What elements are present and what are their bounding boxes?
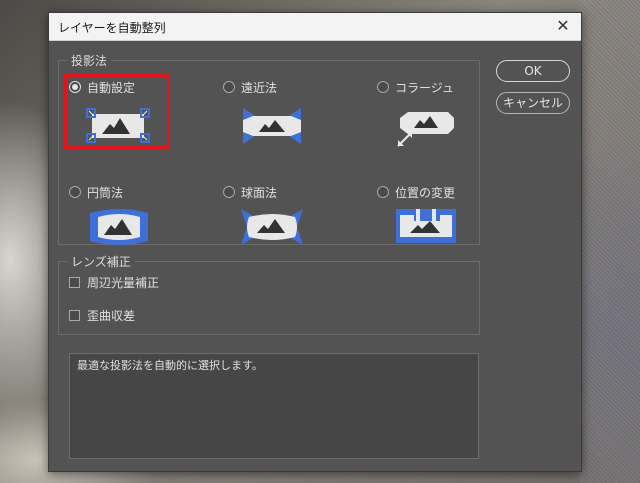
projection-legend: 投影法	[67, 52, 112, 69]
title-bar: レイヤーを自動整列 ✕	[49, 13, 581, 41]
background-noise	[580, 0, 640, 483]
checkbox-vignette[interactable]: 周辺光量補正	[69, 274, 159, 290]
lens-correction-group: レンズ補正 周辺光量補正 歪曲収差	[58, 253, 480, 335]
radio-collage[interactable]: コラージュ	[377, 78, 454, 96]
spherical-thumbnail-icon[interactable]	[237, 207, 307, 255]
radio-cylindrical-label: 円筒法	[87, 185, 124, 200]
checkbox-distortion[interactable]: 歪曲収差	[69, 307, 135, 323]
checkbox-vignette-label: 周辺光量補正	[87, 275, 160, 290]
description-panel: 最適な投影法を自動的に選択します。	[69, 353, 479, 459]
checkbox-vignette-box[interactable]	[69, 276, 80, 288]
radio-cylindrical[interactable]: 円筒法	[69, 183, 123, 201]
auto-align-dialog: レイヤーを自動整列 ✕ 投影法 自動設定 遠近法 コラージュ 円筒法 球面法 位…	[48, 12, 582, 472]
radio-perspective-label: 遠近法	[241, 80, 278, 95]
projection-group: 投影法 自動設定 遠近法 コラージュ 円筒法 球面法 位置の変更	[58, 52, 480, 245]
radio-button-reposition[interactable]	[377, 186, 389, 198]
close-icon[interactable]: ✕	[553, 16, 573, 36]
cylindrical-thumbnail-icon[interactable]	[84, 207, 154, 255]
radio-reposition[interactable]: 位置の変更	[377, 183, 455, 201]
radio-collage-label: コラージュ	[395, 80, 454, 95]
perspective-thumbnail-icon[interactable]	[237, 104, 307, 152]
radio-button-spherical[interactable]	[223, 186, 235, 198]
checkbox-distortion-box[interactable]	[69, 309, 80, 321]
dialog-title: レイヤーを自動整列	[58, 21, 166, 35]
reposition-thumbnail-icon[interactable]	[392, 207, 462, 255]
radio-spherical[interactable]: 球面法	[223, 183, 277, 201]
collage-thumbnail-icon[interactable]	[392, 104, 462, 152]
radio-button-perspective[interactable]	[223, 81, 235, 93]
lens-correction-legend: レンズ補正	[67, 253, 135, 270]
checkbox-distortion-label: 歪曲収差	[87, 308, 136, 323]
radio-button-collage[interactable]	[377, 81, 389, 93]
selection-highlight	[64, 74, 170, 149]
description-text: 最適な投影法を自動的に選択します。	[77, 359, 263, 372]
cancel-button[interactable]: キャンセル	[496, 92, 570, 114]
radio-reposition-label: 位置の変更	[395, 185, 456, 200]
radio-spherical-label: 球面法	[241, 185, 278, 200]
radio-perspective[interactable]: 遠近法	[223, 78, 277, 96]
ok-button[interactable]: OK	[496, 60, 570, 82]
radio-button-cylindrical[interactable]	[69, 186, 81, 198]
